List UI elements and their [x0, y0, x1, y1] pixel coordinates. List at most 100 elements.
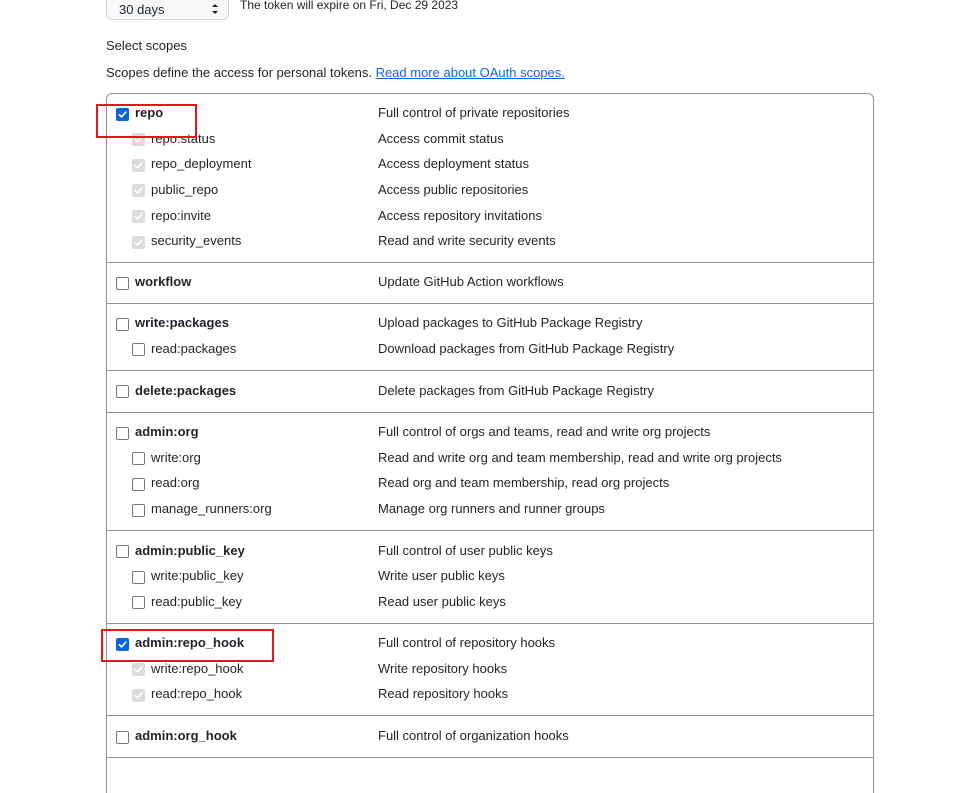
subscope-row-public-repo: public_repo Access public repositories — [107, 178, 873, 204]
scope-description: Access commit status — [378, 130, 504, 146]
checkbox-write-repo-hook — [132, 663, 145, 677]
scope-name: security_events — [151, 233, 242, 249]
subscope-row-read-org: read:org Read org and team membership, re… — [107, 471, 873, 497]
checkbox-admin-org-hook[interactable] — [116, 730, 129, 744]
scope-group-admin-org-hook: admin:org_hook Full control of organizati… — [107, 716, 873, 758]
scope-group-delete-packages: delete:packages Delete packages from GitH… — [107, 371, 873, 413]
checkbox-manage-runners-org[interactable] — [132, 503, 145, 517]
scope-name: admin:org — [135, 424, 199, 440]
scope-name: write:public_key — [151, 568, 244, 584]
checkbox-read-repo-hook — [132, 688, 145, 702]
scope-name: read:repo_hook — [151, 686, 243, 702]
expiration-note: The token will expire on Fri, Dec 29 202… — [240, 0, 459, 12]
expiration-select-value: 30 days — [119, 2, 165, 17]
scope-row-write-packages: write:packages Upload packages to GitHub … — [107, 311, 873, 337]
checkbox-admin-public-key[interactable] — [116, 545, 129, 559]
scope-name: repo_deployment — [151, 156, 252, 172]
scope-name: write:packages — [135, 315, 229, 331]
scope-description: Write user public keys — [378, 568, 505, 584]
scope-row-admin-repo-hook: admin:repo_hook Full control of repositor… — [107, 631, 873, 657]
scopes-heading: Select scopes — [106, 38, 187, 53]
scopes-intro-text: Scopes define the access for personal to… — [106, 65, 372, 80]
subscope-row-write-repo-hook: write:repo_hook Write repository hooks — [107, 657, 873, 683]
subscope-row-write-public-key: write:public_key Write user public keys — [107, 564, 873, 590]
scope-row-repo: repo Full control of private repositories — [107, 101, 873, 127]
checkbox-read-public-key[interactable] — [132, 596, 145, 610]
oauth-scopes-link[interactable]: Read more about OAuth scopes. — [376, 65, 565, 80]
checkbox-public-repo — [132, 184, 145, 198]
scope-name: repo:status — [151, 130, 216, 146]
subscope-row-repo-invite: repo:invite Access repository invitations — [107, 204, 873, 230]
scope-description: Read user public keys — [378, 593, 506, 609]
select-arrows-icon — [212, 4, 218, 14]
checkmark-icon — [134, 666, 143, 673]
scope-name: read:public_key — [151, 593, 243, 609]
checkbox-repo-status — [132, 133, 145, 147]
checkbox-delete-packages[interactable] — [116, 385, 129, 399]
scope-description: Download packages from GitHub Package Re… — [378, 340, 675, 356]
checkbox-write-org[interactable] — [132, 452, 145, 466]
scope-row-delete-packages: delete:packages Delete packages from GitH… — [107, 379, 873, 405]
scopes-list: repo Full control of private repositories… — [106, 93, 874, 793]
scope-group-write-packages: write:packages Upload packages to GitHub … — [107, 304, 873, 371]
scope-name: workflow — [135, 274, 192, 290]
scope-description: Read org and team membership, read org p… — [378, 475, 670, 491]
scope-group-repo: repo Full control of private repositories… — [107, 94, 873, 263]
scope-name: delete:packages — [135, 382, 237, 398]
expiration-select[interactable]: 30 days — [106, 0, 229, 20]
checkmark-icon — [118, 640, 127, 648]
checkbox-workflow[interactable] — [116, 276, 129, 290]
scope-group-admin-public-key: admin:public_key Full control of user pub… — [107, 531, 873, 624]
scope-name: repo — [135, 105, 164, 121]
scope-description: Full control of organization hooks — [378, 728, 569, 743]
scope-name: admin:public_key — [135, 542, 245, 558]
scope-name: write:repo_hook — [151, 660, 244, 676]
checkbox-repo-invite — [132, 210, 145, 224]
scope-name: read:org — [151, 475, 200, 491]
checkbox-read-packages[interactable] — [132, 343, 145, 357]
checkbox-admin-repo-hook[interactable] — [116, 637, 129, 651]
scope-group-workflow: workflow Update GitHub Action workflows — [107, 263, 873, 304]
scope-row-admin-org: admin:org Full control of orgs and teams,… — [107, 420, 873, 446]
subscope-row-read-repo-hook: read:repo_hook Read repository hooks — [107, 682, 873, 708]
scope-name: read:packages — [151, 340, 237, 356]
scope-description: Full control of orgs and teams, read and… — [378, 424, 711, 440]
scope-description: Access public repositories — [378, 181, 529, 197]
scope-description: Access repository invitations — [378, 207, 543, 223]
scope-description: Read and write org and team membership, … — [378, 449, 782, 465]
checkbox-repo[interactable] — [116, 107, 129, 121]
scope-row-workflow: workflow Update GitHub Action workflows — [107, 270, 873, 296]
scope-name: manage_runners:org — [151, 501, 272, 517]
checkmark-icon — [134, 136, 143, 143]
checkmark-icon — [118, 111, 127, 118]
checkbox-read-org[interactable] — [132, 477, 145, 491]
subscope-row-repo-status: repo:status Access commit status — [107, 127, 873, 153]
checkmark-icon — [134, 239, 143, 246]
scope-name: admin:repo_hook — [135, 635, 245, 651]
checkbox-write-public-key[interactable] — [132, 570, 145, 584]
scope-name: write:org — [151, 449, 201, 465]
scope-name: public_repo — [151, 181, 219, 197]
scope-description: Access deployment status — [378, 156, 530, 172]
scope-row-admin-public-key: admin:public_key Full control of user pub… — [107, 539, 873, 565]
checkbox-repo-deployment — [132, 158, 145, 172]
subscope-row-read-public-key: read:public_key Read user public keys — [107, 590, 873, 616]
scope-row-admin-org-hook: admin:org_hook Full control of organizati… — [107, 724, 873, 750]
checkmark-icon — [134, 162, 143, 169]
scope-description: Upload packages to GitHub Package Regist… — [378, 315, 643, 331]
scope-group-admin-repo-hook: admin:repo_hook Full control of repositor… — [107, 624, 873, 716]
subscope-row-read-packages: read:packages Download packages from GitH… — [107, 337, 873, 363]
scope-description: Read repository hooks — [378, 686, 509, 702]
scope-description: Delete packages from GitHub Package Regi… — [378, 382, 655, 398]
checkmark-icon — [134, 213, 143, 220]
scope-description: Full control of user public keys — [378, 542, 553, 558]
subscope-row-repo-deployment: repo_deployment Access deployment status — [107, 152, 873, 178]
subscope-row-security-events: security_events Read and write security e… — [107, 229, 873, 255]
scope-description: Write repository hooks — [378, 660, 508, 676]
checkbox-security-events — [132, 235, 145, 249]
scope-description: Full control of private repositories — [378, 105, 570, 121]
checkmark-icon — [134, 692, 143, 699]
checkbox-write-packages[interactable] — [116, 317, 129, 331]
checkbox-admin-org[interactable] — [116, 426, 129, 440]
scope-description: Full control of repository hooks — [378, 635, 556, 651]
